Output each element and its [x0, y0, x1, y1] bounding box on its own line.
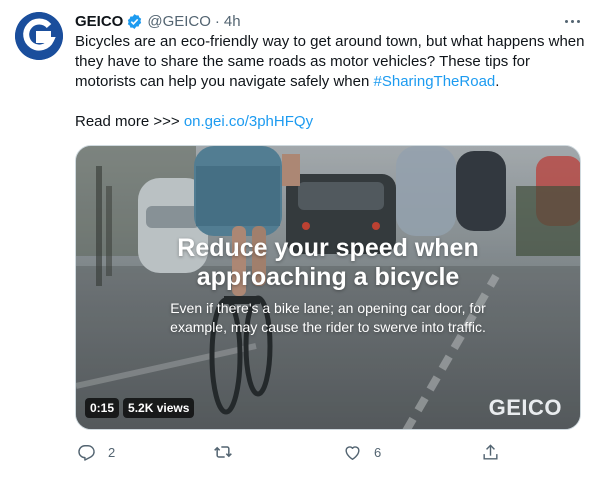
tweet-body: Bicycles are an eco-friendly way to get …: [75, 33, 585, 90]
more-icon[interactable]: [561, 10, 583, 32]
like-icon: [345, 445, 360, 460]
separator-dot: ·: [214, 12, 220, 30]
like-button[interactable]: 6: [343, 441, 381, 463]
tweet-body-end: .: [495, 73, 500, 90]
video-title: Reduce your speed when approaching a bic…: [76, 234, 580, 292]
video-views: 5.2K views: [123, 398, 195, 418]
author-name[interactable]: GEICO: [75, 13, 123, 30]
video-badges: 0:15 5.2K views: [85, 398, 198, 418]
read-more-link[interactable]: on.gei.co/3phHFQy: [184, 113, 313, 130]
retweet-icon: [214, 446, 232, 458]
read-more-label: Read more >>>: [75, 113, 184, 130]
video-subtitle-line-2: example, may cause the rider to swerve i…: [170, 319, 486, 335]
avatar[interactable]: [15, 12, 63, 60]
brand-watermark: GEICO: [488, 395, 562, 420]
reply-count: 2: [108, 444, 116, 460]
tweet-text: Bicycles are an eco-friendly way to get …: [75, 32, 585, 92]
hashtag-link[interactable]: #SharingTheRoad: [374, 73, 496, 90]
tweet[interactable]: GEICO @GEICO · 4h Bicycles are an eco-fr…: [0, 0, 597, 478]
video-subtitle-line-1: Even if there's a bike lane; an opening …: [170, 300, 486, 316]
read-more-line: Read more >>> on.gei.co/3phHFQy: [75, 112, 313, 132]
reply-icon: [78, 444, 95, 461]
video-title-line-2: approaching a bicycle: [196, 263, 460, 291]
video-subtitle: Even if there's a bike lane; an opening …: [76, 299, 580, 337]
author-handle[interactable]: @GEICO: [147, 13, 211, 30]
video-player[interactable]: Reduce your speed when approaching a bic…: [75, 145, 581, 430]
tweet-timestamp[interactable]: 4h: [224, 13, 241, 30]
retweet-button[interactable]: [213, 441, 245, 463]
like-count: 6: [374, 444, 382, 460]
video-title-line-1: Reduce your speed when: [177, 234, 479, 262]
share-button[interactable]: [481, 441, 512, 463]
share-icon: [483, 443, 498, 460]
action-bar: 2 6: [75, 441, 515, 463]
verified-badge-icon: [126, 13, 143, 30]
reply-button[interactable]: 2: [77, 441, 115, 463]
tweet-header: GEICO @GEICO · 4h: [75, 11, 241, 31]
geico-logo-icon: [15, 12, 63, 60]
video-duration: 0:15: [85, 398, 120, 418]
